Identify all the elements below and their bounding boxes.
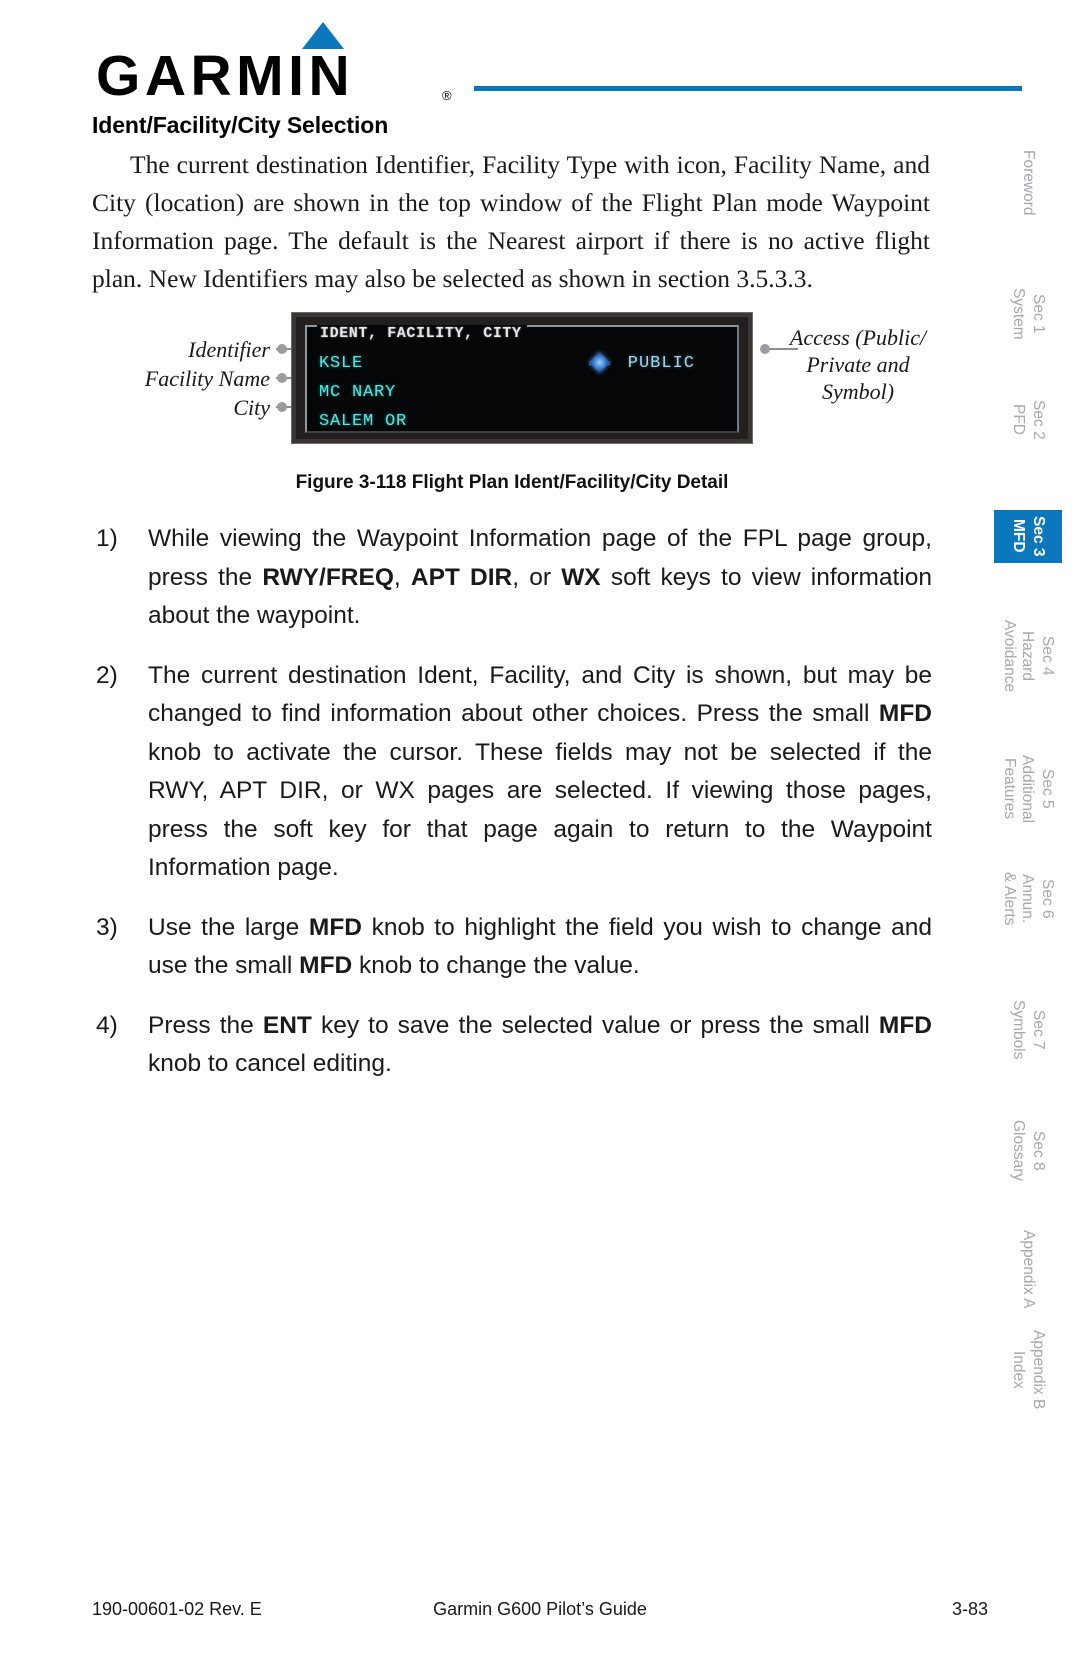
callout-access-line3: Symbol) (821, 379, 895, 404)
mfd-window-title: IDENT, FACILITY, CITY (317, 325, 527, 342)
step-text-run: key to save the selected value or press … (311, 1011, 879, 1039)
step-text: While viewing the Waypoint Information p… (148, 525, 932, 629)
step-text-run: , (393, 563, 411, 591)
public-airport-diamond-icon (588, 351, 611, 374)
section-tab-label: Sec 2 (1030, 400, 1047, 440)
section-tab-label: Sec 1 (1030, 294, 1047, 334)
step-text-run: , or (512, 563, 562, 591)
step-text: The current destination Ident, Facility,… (148, 662, 932, 882)
page-title: Ident/Facility/City Selection (92, 112, 389, 138)
section-tab-sec-5[interactable]: Additional Features Sec 5 (1000, 755, 1056, 823)
section-tab-sec-7[interactable]: Symbols Sec 7 (1000, 1000, 1056, 1059)
section-tab-sublabel: System (1010, 288, 1027, 340)
section-tab-sec-4[interactable]: Hazard Avoidance Sec 4 (1000, 620, 1056, 692)
step-text-run: The current destination Ident, Facility,… (148, 661, 932, 728)
step-text-run: Use the large (148, 913, 309, 941)
section-tab-label: Sec 7 (1030, 1009, 1047, 1050)
step-key-label: ENT (262, 1011, 312, 1039)
step-text: Press the ENT key to save the selected v… (148, 1012, 932, 1078)
step-text-run: knob to change the value. (352, 952, 640, 979)
step-key-label: APT DIR (410, 563, 513, 591)
procedure-step: 4) Press the ENT key to save the selected… (92, 1007, 932, 1084)
mfd-access-field[interactable]: PUBLIC (628, 354, 695, 373)
figure-3-118: Identifier Facility Name City IDENT, FAC… (92, 300, 934, 493)
section-tab-sec-8[interactable]: Glossary Sec 8 (1000, 1120, 1056, 1181)
footer-document-title: Garmin G600 Pilot’s Guide (433, 1599, 647, 1619)
step-number: 1) (96, 525, 118, 552)
section-tab-label: Appendix A (1020, 1230, 1037, 1309)
procedure-step: 3) Use the large MFD knob to highlight th… (92, 909, 932, 986)
section-tab-label: Foreword (1020, 150, 1037, 216)
callout-access: Access (Public/ Private and Symbol) (782, 324, 934, 405)
registered-trademark-icon: ® (442, 88, 452, 103)
section-tab-label: Sec 3 (1030, 516, 1047, 557)
section-tab-sublabel: Index (1010, 1350, 1027, 1389)
mfd-facility-name-field[interactable]: MC NARY (319, 383, 396, 402)
section-tab-strip: Foreword System Sec 1 PFD Sec 2 MFD Sec 3 Hazar… (962, 0, 1080, 1669)
section-tab-label: Sec 4 (1039, 636, 1056, 676)
manual-page: GARMIN ® Ident/Facility/City Selection T… (0, 0, 1080, 1669)
section-tab-foreword[interactable]: Foreword (1000, 150, 1056, 215)
callout-facility-name: Facility Name (144, 366, 270, 391)
section-tab-sublabel: Additional Features (1001, 755, 1036, 824)
step-text-run: Press the (148, 1011, 263, 1039)
step-text: Use the large MFD knob to highlight the … (148, 914, 932, 980)
section-tab-sublabel: MFD (1010, 519, 1027, 554)
callout-city: City (233, 395, 270, 420)
leader-dot-access (760, 344, 770, 354)
section-tab-appendix-b[interactable]: Index Appendix B (1000, 1330, 1056, 1409)
leader-dot-identifier (277, 344, 287, 354)
step-key-label: MFD (299, 952, 353, 979)
section-tab-sec-2[interactable]: PFD Sec 2 (1000, 400, 1056, 440)
procedure-step: 2) The current destination Ident, Facilit… (92, 657, 932, 888)
intro-paragraph: The current destination Identifier, Faci… (92, 150, 930, 293)
section-tab-sec-6[interactable]: Annun. & Alerts Sec 6 (1000, 872, 1056, 925)
section-tab-sublabel: Hazard Avoidance (1001, 620, 1036, 693)
brand-header: GARMIN ® (96, 22, 1022, 108)
callout-identifier: Identifier (188, 337, 270, 362)
mfd-ident-facility-city-window: IDENT, FACILITY, CITY KSLE MC NARY SALEM… (292, 313, 752, 443)
step-key-label: WX (561, 563, 601, 591)
step-number: 4) (96, 1011, 118, 1039)
section-tab-sublabel: Glossary (1010, 1120, 1027, 1182)
mfd-screen-inner: IDENT, FACILITY, CITY KSLE MC NARY SALEM… (305, 325, 739, 433)
header-rule (474, 86, 1022, 91)
procedure-steps: 1) While viewing the Waypoint Information… (92, 520, 932, 1084)
leader-dot-city (277, 402, 287, 412)
section-tab-sublabel: PFD (1010, 404, 1027, 436)
section-tab-label: Sec 8 (1030, 1130, 1047, 1171)
section-tab-sec-1[interactable]: System Sec 1 (1000, 288, 1056, 340)
step-text-run: knob to activate the cursor. These field… (148, 738, 932, 882)
figure-caption: Figure 3-118 Flight Plan Ident/Facility/… (295, 472, 729, 493)
footer-page-number: 3-83 (951, 1599, 988, 1619)
section-tab-sublabel: Symbols (1010, 1000, 1027, 1060)
section-tab-sublabel: Annun. & Alerts (1001, 872, 1036, 926)
section-tab-sec-3[interactable]: MFD Sec 3 (994, 510, 1062, 563)
mfd-identifier-field[interactable]: KSLE (319, 354, 363, 373)
step-key-label: MFD (878, 700, 932, 727)
section-tab-label: Sec 6 (1039, 878, 1056, 919)
step-text-run: knob to cancel editing. (148, 1050, 392, 1077)
procedure-step: 1) While viewing the Waypoint Information… (92, 520, 932, 636)
section-tab-label: Sec 5 (1039, 769, 1056, 809)
section-tab-label: Appendix B (1030, 1330, 1047, 1410)
page-footer: 190-00601-02 Rev. E Garmin G600 Pilot’s … (92, 1599, 988, 1625)
leader-dot-facility-name (277, 373, 287, 383)
step-key-label: RWY/FREQ (262, 563, 394, 591)
callout-access-line1: Access (Public/ (789, 325, 927, 350)
garmin-wordmark: GARMIN (96, 44, 355, 108)
callout-access-line2: Private and (806, 352, 910, 377)
mfd-city-field[interactable]: SALEM OR (319, 412, 407, 431)
step-key-label: MFD (878, 1011, 932, 1039)
step-number: 3) (96, 913, 118, 941)
step-key-label: MFD (308, 913, 362, 941)
section-tab-appendix-a[interactable]: Appendix A (1000, 1230, 1056, 1308)
step-number: 2) (96, 661, 118, 689)
